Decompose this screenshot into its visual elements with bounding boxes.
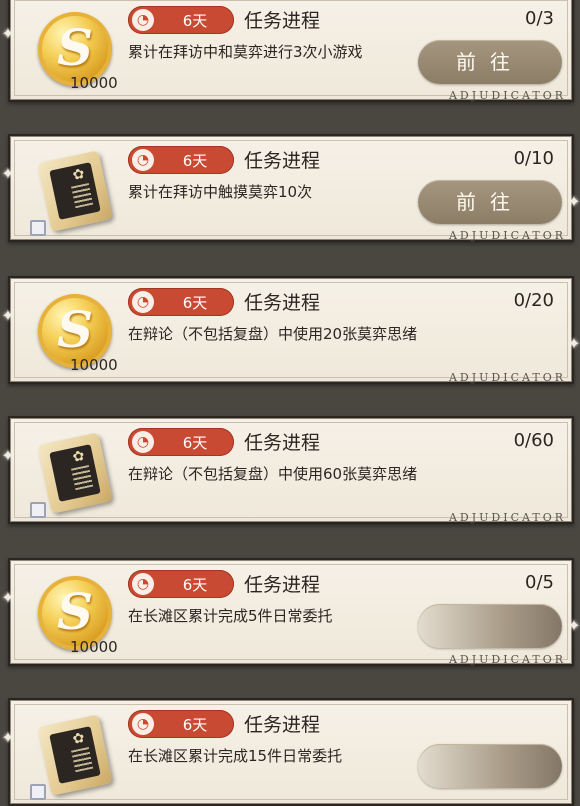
sparkle-icon: ✦ xyxy=(567,616,580,635)
reward-amount: 10000 xyxy=(70,356,118,374)
task-title: 任务进程 xyxy=(244,10,321,32)
go-button[interactable]: 前往 xyxy=(418,40,562,84)
task-description: 累计在拜访中触摸莫弈10次 xyxy=(128,183,313,201)
task-description: 累计在拜访中和莫弈进行3次小游戏 xyxy=(128,43,363,61)
item-frame-icon xyxy=(30,784,46,800)
task-description: 在辩论（不包括复盘）中使用20张莫弈思绪 xyxy=(128,325,418,343)
clock-icon: ◔ xyxy=(132,573,154,595)
go-button[interactable]: 前往 xyxy=(418,180,562,224)
brand-text: ADJUDICATOR xyxy=(448,371,566,384)
clock-icon: ◔ xyxy=(132,713,154,735)
task-card: ✦ ◔ 6天 任务进程 在长滩区累计完成15件日常委托 xyxy=(1,698,574,806)
sparkle-icon: ✦ xyxy=(1,588,15,607)
brand-text: ADJUDICATOR xyxy=(448,229,566,242)
brand-text: ADJUDICATOR xyxy=(448,89,566,102)
task-progress: 0/10 xyxy=(513,148,554,169)
sparkle-icon: ✦ xyxy=(567,192,580,211)
book-icon xyxy=(37,432,113,514)
timer-badge: ◔ 6天 xyxy=(128,710,234,738)
clock-icon: ◔ xyxy=(132,431,154,453)
reward-item[interactable] xyxy=(30,712,126,802)
task-title: 任务进程 xyxy=(244,714,321,736)
clock-icon: ◔ xyxy=(132,9,154,31)
reward-amount: 10000 xyxy=(70,74,118,92)
task-list: ✦ S 10000 ◔ 6天 任务进程 0/3 累计在拜访中和莫弈进行3次小游戏… xyxy=(0,0,580,806)
item-frame-icon xyxy=(30,220,46,236)
sparkle-icon: ✦ xyxy=(1,446,15,465)
sparkle-icon: ✦ xyxy=(1,164,15,183)
timer-badge: ◔ 6天 xyxy=(128,288,234,316)
sparkle-icon: ✦ xyxy=(1,306,15,325)
task-card: ✦ ◔ 6天 任务进程 0/60 在辩论（不包括复盘）中使用60张莫弈思绪 AD… xyxy=(1,416,574,524)
task-card: ✦ S 10000 ◔ 6天 任务进程 0/3 累计在拜访中和莫弈进行3次小游戏… xyxy=(1,0,574,102)
task-card: ✦ ✦ S 10000 ◔ 6天 任务进程 0/20 在辩论（不包括复盘）中使用… xyxy=(1,276,580,384)
task-card: ✦ ✦ ◔ 6天 任务进程 0/10 累计在拜访中触摸莫弈10次 前往 ADJU… xyxy=(1,134,580,242)
reward-item[interactable]: S 10000 xyxy=(30,8,126,98)
clock-icon: ◔ xyxy=(132,291,154,313)
brand-text: ADJUDICATOR xyxy=(448,653,566,666)
task-description: 在辩论（不包括复盘）中使用60张莫弈思绪 xyxy=(128,465,418,483)
reward-item[interactable] xyxy=(30,148,126,238)
clock-icon: ◔ xyxy=(132,149,154,171)
go-button[interactable] xyxy=(418,744,562,788)
task-description: 在长滩区累计完成5件日常委托 xyxy=(128,607,333,625)
reward-amount: 10000 xyxy=(70,638,118,656)
sparkle-icon: ✦ xyxy=(567,334,580,353)
task-card: ✦ ✦ S 10000 ◔ 6天 任务进程 0/5 在长滩区累计完成5件日常委托… xyxy=(1,558,580,666)
timer-badge: ◔ 6天 xyxy=(128,570,234,598)
sparkle-icon: ✦ xyxy=(1,728,15,747)
book-icon xyxy=(37,714,113,796)
task-title: 任务进程 xyxy=(244,574,321,596)
go-button[interactable] xyxy=(418,604,562,648)
brand-text: ADJUDICATOR xyxy=(448,511,566,524)
book-icon xyxy=(37,150,113,232)
task-progress: 0/3 xyxy=(525,8,554,29)
task-progress: 0/60 xyxy=(513,430,554,451)
task-description: 在长滩区累计完成15件日常委托 xyxy=(128,747,343,765)
task-title: 任务进程 xyxy=(244,150,321,172)
task-progress: 0/5 xyxy=(525,572,554,593)
task-title: 任务进程 xyxy=(244,292,321,314)
timer-badge: ◔ 6天 xyxy=(128,6,234,34)
timer-badge: ◔ 6天 xyxy=(128,428,234,456)
timer-badge: ◔ 6天 xyxy=(128,146,234,174)
item-frame-icon xyxy=(30,502,46,518)
reward-item[interactable]: S 10000 xyxy=(30,290,126,380)
task-title: 任务进程 xyxy=(244,432,321,454)
sparkle-icon: ✦ xyxy=(1,24,15,43)
reward-item[interactable] xyxy=(30,430,126,520)
reward-item[interactable]: S 10000 xyxy=(30,572,126,662)
task-progress: 0/20 xyxy=(513,290,554,311)
